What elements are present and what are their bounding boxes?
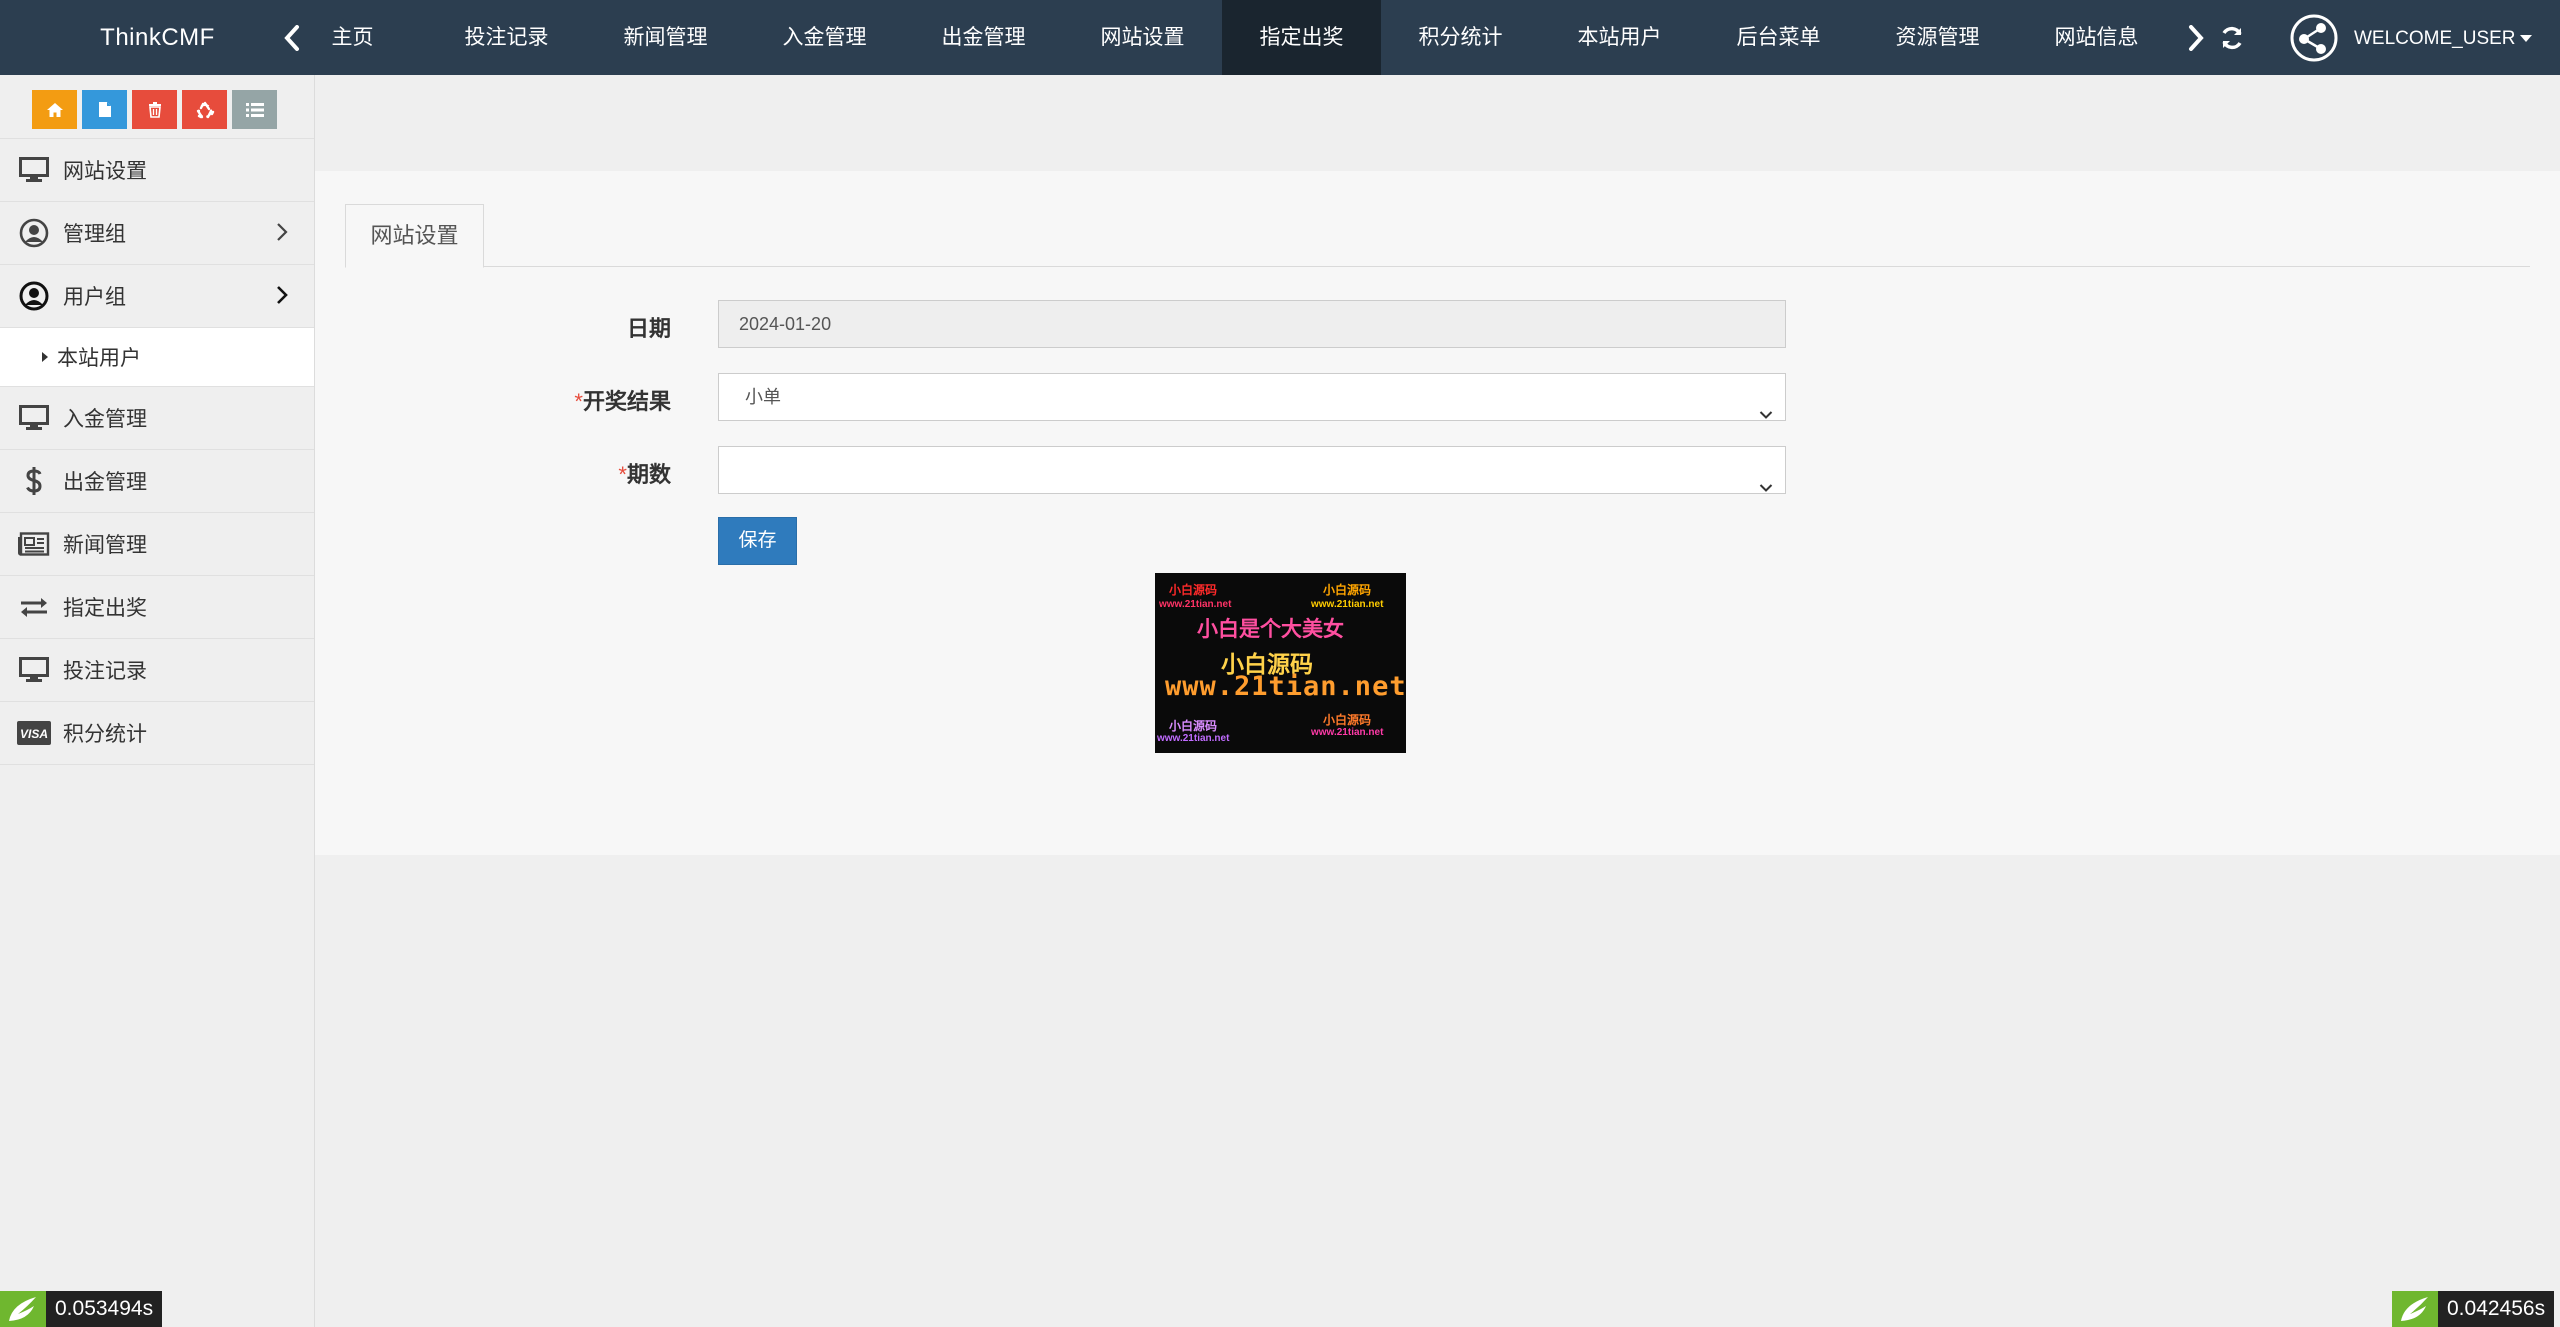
- required-mark: *: [618, 462, 627, 487]
- top-navbar: ThinkCMF 主页 投注记录 新闻管理 入金管理 出金管理 网站设置 指定出…: [0, 0, 2560, 75]
- nav-tab-deposit[interactable]: 入金管理: [745, 0, 904, 75]
- sidebar-item-admin-group[interactable]: 管理组: [0, 202, 314, 265]
- leaf-logo-icon: [2392, 1291, 2438, 1327]
- sidebar-item-user-group[interactable]: 用户组: [0, 265, 314, 328]
- file-icon: [98, 102, 111, 117]
- quick-trash-button[interactable]: [132, 90, 177, 129]
- nav-tab-site-settings[interactable]: 网站设置: [1063, 0, 1222, 75]
- nav-tab-news[interactable]: 新闻管理: [586, 0, 745, 75]
- nav-tab-points-stats[interactable]: 积分统计: [1381, 0, 1540, 75]
- result-label: *开奖结果: [574, 389, 671, 414]
- exchange-icon: [17, 592, 51, 622]
- sidebar-item-label: 管理组: [63, 223, 126, 246]
- sidebar-item-withdraw[interactable]: 出金管理: [0, 450, 314, 513]
- home-icon: [46, 102, 63, 117]
- settings-panel: 网站设置 日期 2024-01-20 *开奖结果 小单 *期数 保存 小白源码 …: [315, 171, 2560, 855]
- date-field[interactable]: 2024-01-20: [718, 300, 1786, 348]
- chevron-down-icon: [1759, 464, 1773, 510]
- nav-tab-home[interactable]: 主页: [263, 0, 422, 75]
- sidebar-item-label: 本站用户: [57, 347, 141, 370]
- sidebar-subitem-site-users[interactable]: 本站用户: [0, 328, 314, 387]
- refresh-icon[interactable]: [2212, 0, 2252, 75]
- sidebar-item-label: 积分统计: [63, 723, 147, 746]
- visa-card-icon: VISA: [17, 718, 51, 748]
- chevron-down-icon: [1759, 391, 1773, 437]
- nav-tab-backend-menu[interactable]: 后台菜单: [1699, 0, 1858, 75]
- result-select[interactable]: 小单: [718, 373, 1786, 421]
- tab-site-settings[interactable]: 网站设置: [345, 204, 484, 268]
- date-label: 日期: [626, 316, 671, 341]
- sidebar-item-news[interactable]: 新闻管理: [0, 513, 314, 576]
- monitor-icon: [17, 403, 51, 433]
- nav-tab-withdraw[interactable]: 出金管理: [904, 0, 1063, 75]
- sidebar-menu: 网站设置 管理组 用户组 本站用户 入金管理 出金管理 新闻管理 指定出奖 投注…: [0, 138, 314, 765]
- watermark-banner-image: 小白源码 www.21tian.net 小白源码 www.21tian.net …: [1155, 573, 1406, 753]
- nav-tab-site-users[interactable]: 本站用户: [1540, 0, 1699, 75]
- newspaper-icon: [17, 529, 51, 559]
- sidebar-item-label: 新闻管理: [63, 534, 147, 557]
- user-circle-icon: [17, 218, 51, 248]
- monitor-icon: [17, 155, 51, 185]
- nav-tab-assign-prize[interactable]: 指定出奖: [1222, 0, 1381, 75]
- sidebar-item-label: 网站设置: [63, 160, 147, 183]
- recycle-icon: [196, 101, 214, 118]
- caret-right-icon: [42, 352, 48, 362]
- nav-tab-bet-records[interactable]: 投注记录: [427, 0, 586, 75]
- quick-recycle-button[interactable]: [182, 90, 227, 129]
- nav-scroll-right-icon[interactable]: [2176, 0, 2216, 75]
- quick-file-button[interactable]: [82, 90, 127, 129]
- sidebar-item-label: 用户组: [63, 286, 126, 309]
- debug-timer-right[interactable]: 0.042456s: [2392, 1291, 2555, 1327]
- user-name-label: WELCOME_USER: [2354, 28, 2516, 49]
- required-mark: *: [574, 389, 583, 414]
- sidebar-item-points-stats[interactable]: VISA 积分统计: [0, 702, 314, 765]
- leaf-logo-icon: [0, 1291, 46, 1327]
- svg-text:VISA: VISA: [20, 727, 48, 741]
- list-icon: [245, 102, 264, 117]
- sidebar-item-deposit[interactable]: 入金管理: [0, 387, 314, 450]
- timer-value: 0.042456s: [2438, 1291, 2555, 1327]
- period-select[interactable]: [718, 446, 1786, 494]
- sidebar: 网站设置 管理组 用户组 本站用户 入金管理 出金管理 新闻管理 指定出奖 投注…: [0, 75, 315, 1327]
- sidebar-item-label: 出金管理: [63, 471, 147, 494]
- timer-value: 0.053494s: [46, 1291, 163, 1327]
- sidebar-item-assign-prize[interactable]: 指定出奖: [0, 576, 314, 639]
- user-menu[interactable]: WELCOME_USER: [2354, 0, 2532, 75]
- user-circle-icon: [17, 281, 51, 311]
- nav-tab-resources[interactable]: 资源管理: [1858, 0, 2017, 75]
- result-select-value: 小单: [745, 387, 781, 407]
- trash-icon: [148, 102, 161, 118]
- chevron-right-icon: [276, 222, 288, 248]
- monitor-icon: [17, 655, 51, 685]
- sidebar-item-label: 投注记录: [63, 660, 147, 683]
- sidebar-item-label: 入金管理: [63, 408, 147, 431]
- save-button[interactable]: 保存: [718, 517, 797, 565]
- sidebar-item-label: 指定出奖: [63, 597, 147, 620]
- quick-home-button[interactable]: [32, 90, 77, 129]
- sidebar-item-site-settings[interactable]: 网站设置: [0, 139, 314, 202]
- chevron-right-icon: [276, 285, 288, 311]
- caret-down-icon: [2519, 35, 2532, 43]
- user-avatar-icon[interactable]: [2290, 14, 2338, 62]
- debug-timer-left[interactable]: 0.053494s: [0, 1291, 163, 1327]
- dollar-icon: [17, 466, 51, 496]
- quick-action-bar: [32, 90, 277, 129]
- nav-tab-site-info[interactable]: 网站信息: [2017, 0, 2176, 75]
- quick-list-button[interactable]: [232, 90, 277, 129]
- period-label: *期数: [618, 462, 671, 487]
- sidebar-item-bet-records[interactable]: 投注记录: [0, 639, 314, 702]
- content-header-area: [315, 75, 2560, 171]
- tab-divider: [345, 266, 2530, 267]
